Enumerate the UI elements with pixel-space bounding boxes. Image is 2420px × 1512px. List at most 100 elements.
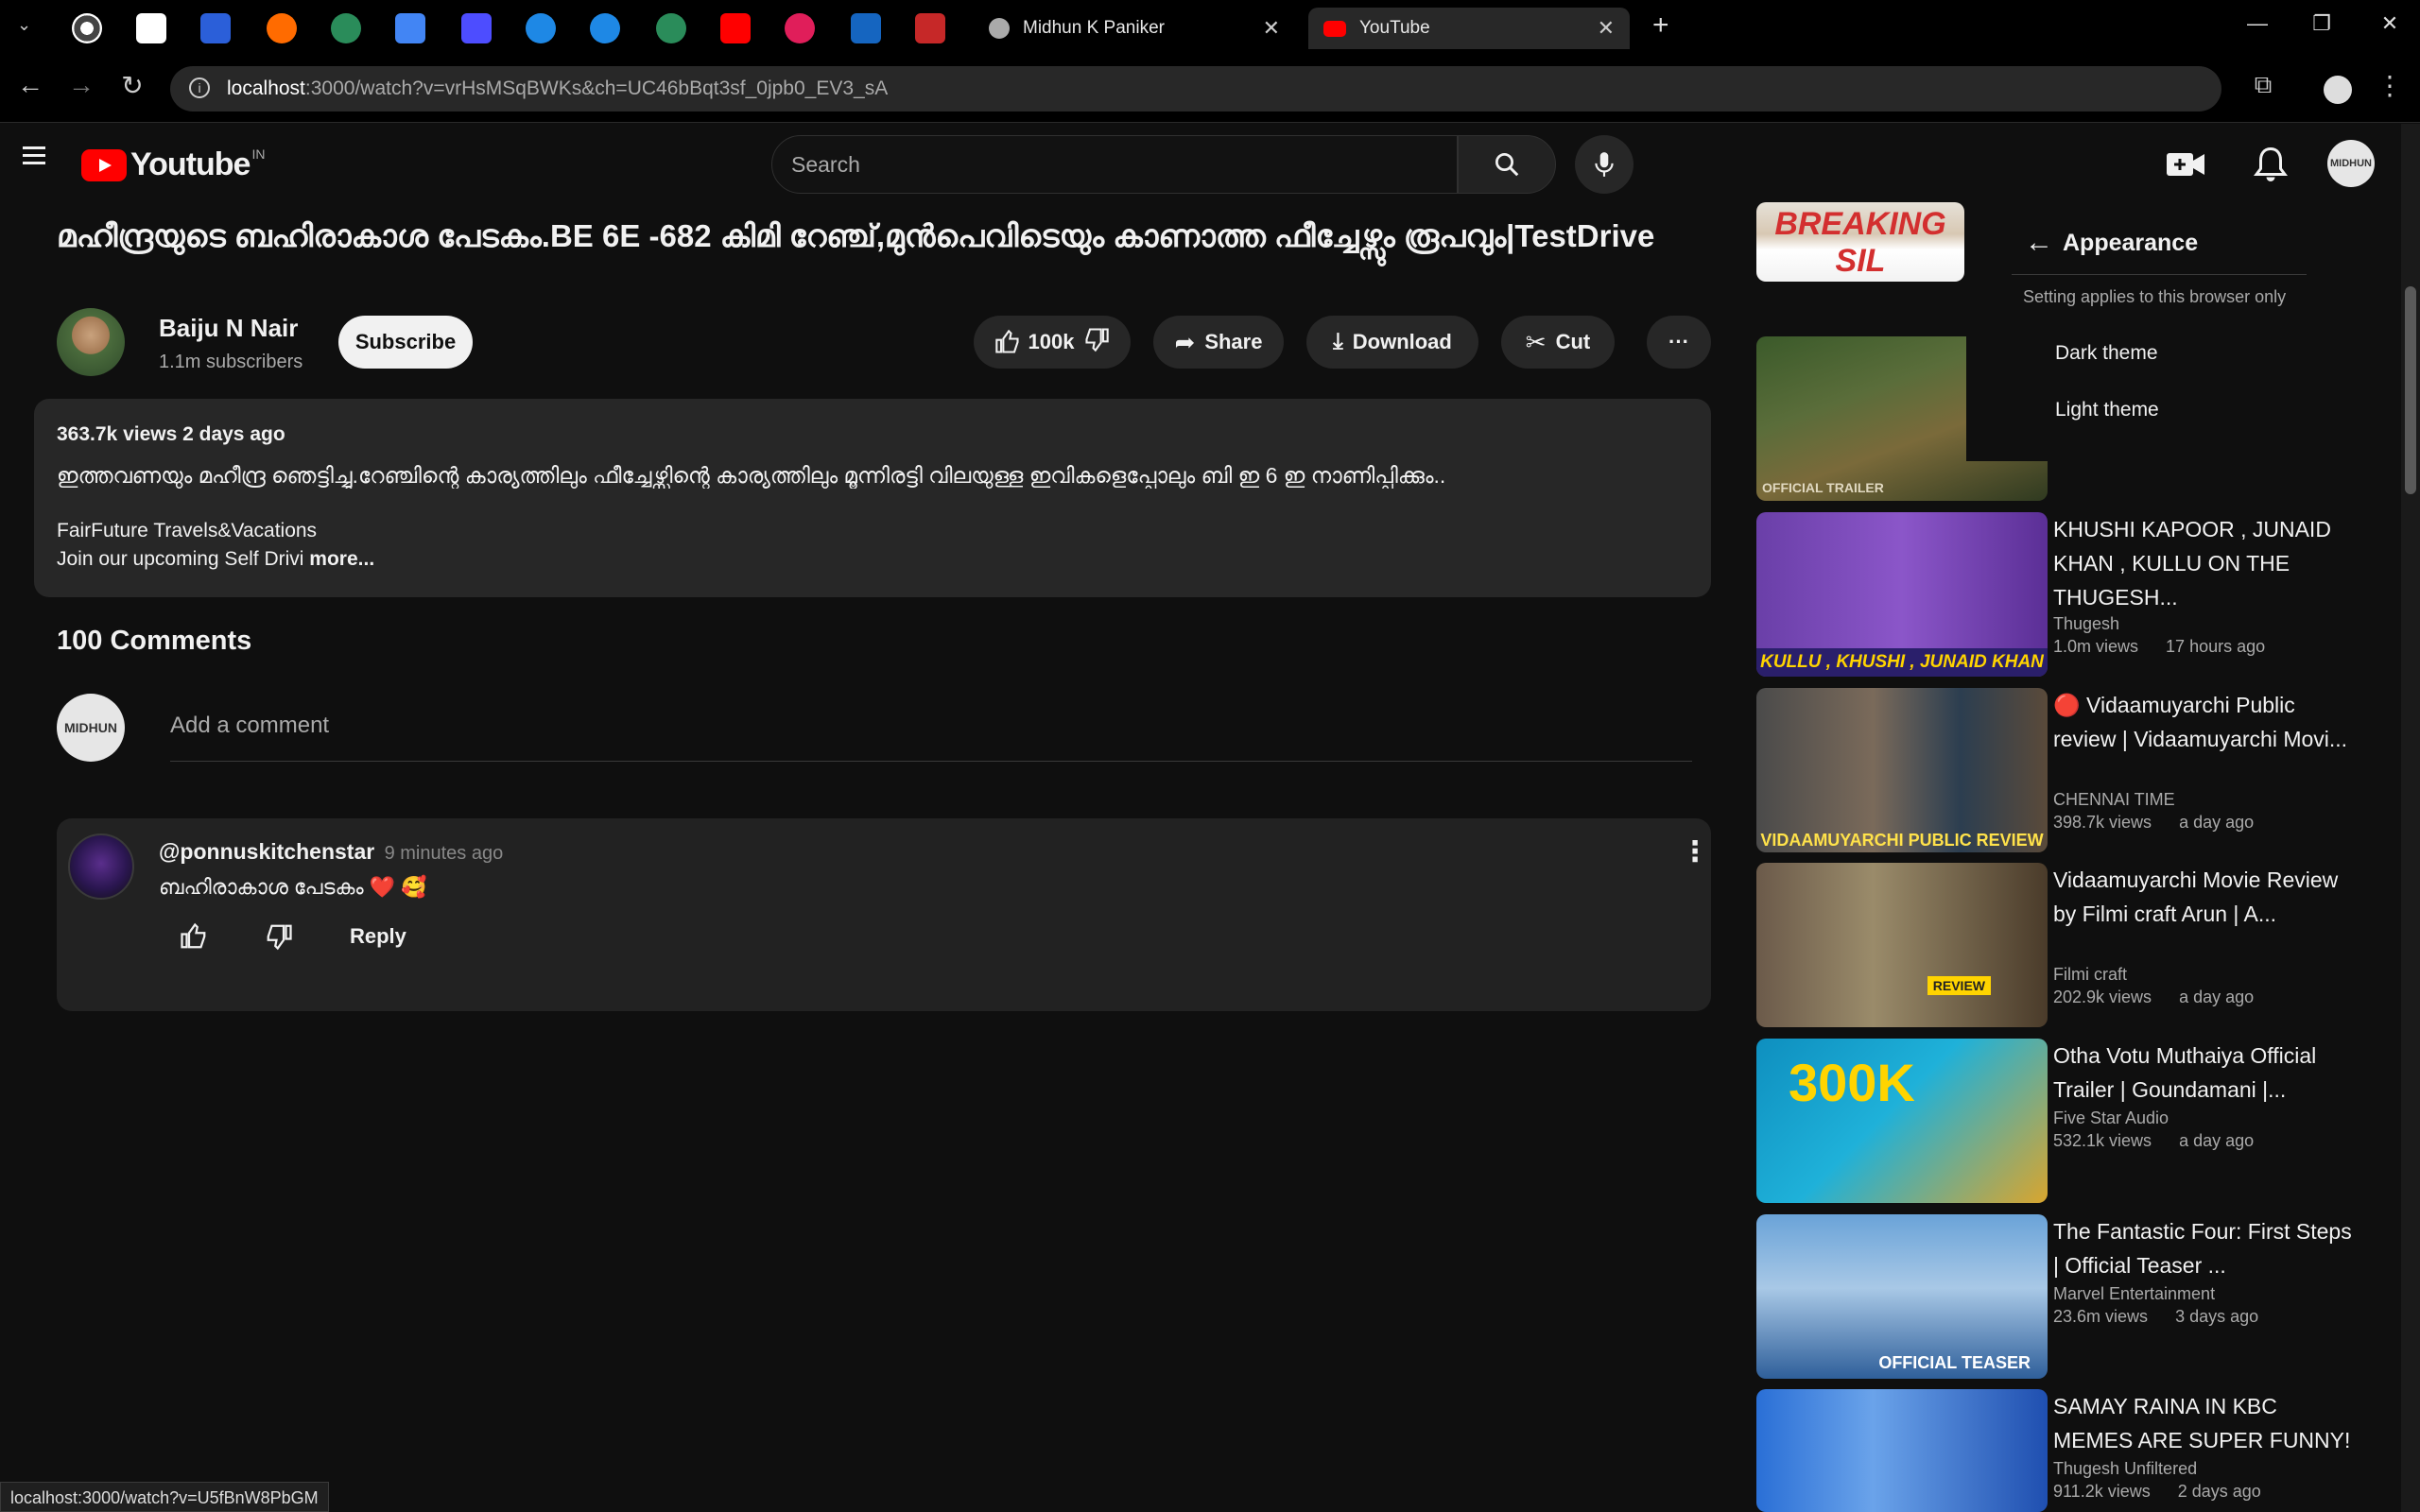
comment-item: @ponnuskitchenstar 9 minutes ago ബഹിരാകാ…	[57, 818, 1711, 1011]
address-bar[interactable]: i localhost :3000/watch?v=vrHsMSqBWKs&ch…	[170, 66, 2221, 112]
pinned-tab-11-icon[interactable]	[720, 13, 751, 43]
video-thumbnail[interactable]: BREAKING SIL	[1756, 202, 1964, 282]
video-title[interactable]: KHUSHI KAPOOR , JUNAID KHAN , KULLU ON T…	[2053, 512, 2361, 614]
video-thumbnail[interactable]: 300K	[1756, 1039, 2048, 1203]
show-more-link[interactable]: more...	[309, 548, 374, 570]
comment-author[interactable]: @ponnuskitchenstar	[159, 839, 374, 864]
profile-avatar[interactable]	[2324, 76, 2352, 104]
create-video-button[interactable]	[2165, 149, 2206, 184]
pinned-tab-2-icon[interactable]	[136, 13, 166, 43]
channel-name[interactable]: CHENNAI TIME	[2053, 790, 2175, 810]
pinned-tab-7-icon[interactable]	[461, 13, 492, 43]
comment-menu-icon[interactable]: ⋮	[1681, 835, 1709, 868]
voice-search-button[interactable]	[1575, 135, 1634, 194]
pinned-tab-12-icon[interactable]	[785, 13, 815, 43]
like-dislike-group: 100k	[974, 316, 1131, 369]
dislike-button[interactable]	[1083, 326, 1110, 358]
pinned-tab-8-icon[interactable]	[526, 13, 556, 43]
cut-button[interactable]: ✂ Cut	[1501, 316, 1615, 369]
person-icon	[989, 18, 1010, 39]
video-thumbnail[interactable]: OFFICIAL TEASER	[1756, 1214, 2048, 1379]
commenter-avatar[interactable]	[68, 833, 134, 900]
comment-dislike-button[interactable]	[265, 922, 293, 955]
arrow-left-icon: ←	[2025, 227, 2053, 258]
view-count: 532.1k views	[2053, 1131, 2152, 1150]
pinned-tab-14-icon[interactable]	[915, 13, 945, 43]
upload-age: 3 days ago	[2175, 1307, 2259, 1326]
tab-midhun[interactable]: Midhun K Paniker ✕	[974, 8, 1295, 49]
browser-menu-icon[interactable]: ⋮	[2371, 70, 2409, 101]
share-label: Share	[1204, 330, 1263, 353]
video-title[interactable]: Vidaamuyarchi Movie Review by Filmi craf…	[2053, 863, 2361, 931]
close-tab-icon[interactable]: ✕	[1598, 16, 1615, 41]
video-thumbnail[interactable]: KULLU , KHUSHI , JUNAID KHAN	[1756, 512, 2048, 677]
download-button[interactable]: ⤓ Download	[1306, 316, 1478, 369]
back-icon[interactable]: ←	[11, 70, 49, 100]
restore-icon[interactable]: ❐	[2303, 11, 2341, 36]
comment-reply-button[interactable]: Reply	[350, 924, 406, 949]
notifications-button[interactable]	[2254, 146, 2288, 188]
extensions-icon[interactable]: ⧉	[2244, 70, 2282, 100]
like-count: 100k	[1028, 330, 1075, 353]
like-button[interactable]: 100k	[994, 329, 1075, 355]
video-thumbnail[interactable]	[1756, 1389, 2048, 1512]
thumbnail-caption: 300K	[1789, 1053, 1915, 1112]
search-input[interactable]: Search	[771, 135, 1458, 194]
view-count: 911.2k views	[2053, 1482, 2151, 1501]
video-thumbnail[interactable]: REVIEW	[1756, 863, 2048, 1027]
channel-avatar[interactable]	[57, 308, 125, 376]
tab-youtube[interactable]: YouTube ✕	[1308, 8, 1630, 49]
pinned-tab-1-icon[interactable]	[72, 13, 102, 43]
pinned-tab-6-icon[interactable]	[395, 13, 425, 43]
light-theme-option[interactable]: Light theme	[2055, 399, 2159, 421]
search-button[interactable]	[1458, 135, 1556, 194]
reload-icon[interactable]: ↻	[113, 70, 151, 101]
pinned-tab-10-icon[interactable]	[656, 13, 686, 43]
close-tab-icon[interactable]: ✕	[1263, 16, 1280, 41]
view-count: 23.6m views	[2053, 1307, 2149, 1326]
view-count: 398.7k views	[2053, 813, 2152, 832]
video-title[interactable]: Otha Votu Muthaiya Official Trailer | Go…	[2053, 1039, 2361, 1107]
scrollbar-thumb[interactable]	[2405, 286, 2416, 494]
close-window-icon[interactable]: ✕	[2371, 11, 2409, 36]
video-thumbnail[interactable]: VIDAAMUYARCHI PUBLIC REVIEW	[1756, 688, 2048, 852]
video-title[interactable]: The Fantastic Four: First Steps | Offici…	[2053, 1214, 2361, 1282]
tab-search-icon[interactable]: ⌄	[17, 15, 31, 35]
new-tab-icon[interactable]: +	[1652, 9, 1669, 42]
comment-time: 9 minutes ago	[384, 843, 504, 864]
appearance-back-button[interactable]: ← Appearance	[2025, 227, 2198, 259]
search-placeholder: Search	[791, 151, 860, 177]
pinned-tab-4-icon[interactable]	[267, 13, 297, 43]
comment-like-button[interactable]	[180, 922, 208, 955]
upload-age: 2 days ago	[2177, 1482, 2261, 1501]
more-actions-button[interactable]: ···	[1647, 316, 1711, 369]
video-meta: 1.0m views 17 hours ago	[2053, 637, 2265, 657]
pinned-tab-5-icon[interactable]	[331, 13, 361, 43]
pinned-tab-9-icon[interactable]	[590, 13, 620, 43]
minimize-icon[interactable]: —	[2238, 11, 2276, 36]
site-info-icon[interactable]: i	[189, 77, 210, 98]
pinned-tab-13-icon[interactable]	[851, 13, 881, 43]
upload-age: a day ago	[2179, 813, 2255, 832]
add-comment-input[interactable]: Add a comment	[170, 713, 1692, 762]
channel-name[interactable]: Thugesh	[2053, 614, 2119, 634]
account-avatar[interactable]: MIDHUN	[2327, 140, 2375, 187]
upload-age: a day ago	[2179, 988, 2255, 1006]
video-title[interactable]: SAMAY RAINA IN KBC MEMES ARE SUPER FUNNY…	[2053, 1389, 2361, 1457]
pinned-tab-3-icon[interactable]	[200, 13, 231, 43]
video-title[interactable]: 🔴 Vidaamuyarchi Public review | Vidaamuy…	[2053, 688, 2361, 756]
youtube-logo[interactable]: Youtube IN	[81, 146, 265, 183]
description-box[interactable]: 363.7k views 2 days ago ഇത്തവണയും മഹീന്ദ…	[34, 399, 1711, 597]
page-scrollbar[interactable]	[2401, 124, 2420, 1512]
channel-name[interactable]: Marvel Entertainment	[2053, 1284, 2215, 1304]
hamburger-menu-icon[interactable]	[23, 146, 45, 164]
youtube-favicon-icon	[1323, 20, 1346, 37]
dark-theme-option[interactable]: Dark theme	[2055, 342, 2158, 365]
share-button[interactable]: ➦ Share	[1153, 316, 1284, 369]
subscribe-button[interactable]: Subscribe	[338, 316, 473, 369]
channel-name[interactable]: Thugesh Unfiltered	[2053, 1459, 2197, 1479]
channel-name[interactable]: Baiju N Nair	[159, 314, 298, 343]
channel-name[interactable]: Five Star Audio	[2053, 1108, 2169, 1128]
channel-name[interactable]: Filmi craft	[2053, 965, 2127, 985]
forward-icon[interactable]: →	[62, 70, 100, 100]
